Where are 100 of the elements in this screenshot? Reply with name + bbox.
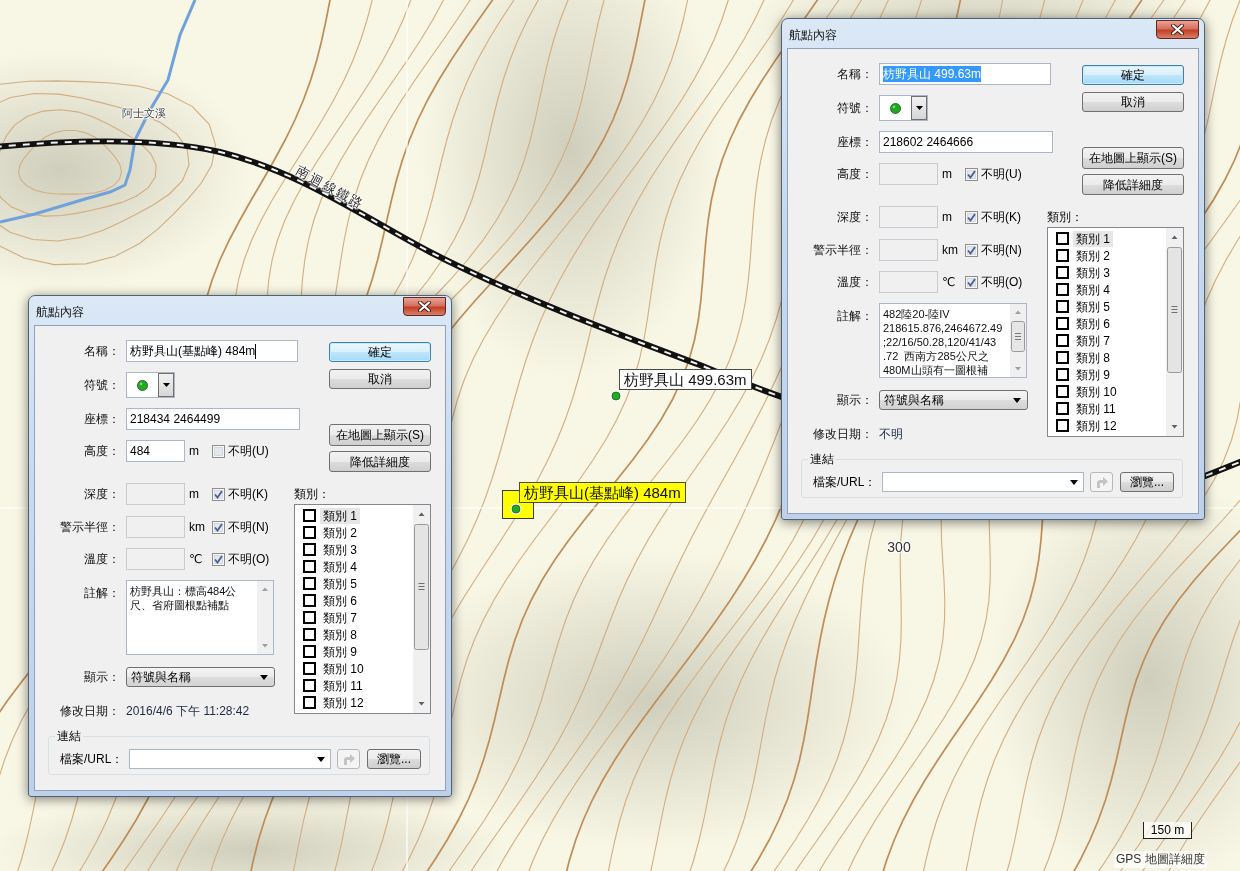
checkbox[interactable]	[1056, 232, 1069, 245]
scrollbar[interactable]	[413, 505, 430, 713]
display-dropdown[interactable]: 符號與名稱	[879, 390, 1028, 410]
altitude-field[interactable]	[879, 163, 938, 185]
waypoint-marker-icon[interactable]	[610, 390, 622, 402]
checkbox[interactable]	[965, 210, 978, 224]
list-item[interactable]: 類別 1	[320, 507, 360, 524]
checkbox[interactable]	[965, 167, 978, 181]
checkbox-label[interactable]: 不明(O)	[228, 550, 270, 568]
list-item[interactable]: 類別 2	[320, 524, 360, 541]
reduce-detail-button[interactable]: 降低詳細度	[329, 451, 431, 472]
symbol-picker[interactable]	[879, 95, 928, 121]
checkbox-label[interactable]: 不明(U)	[981, 165, 1022, 183]
cancel-button[interactable]: 取消	[329, 369, 431, 389]
list-item[interactable]: 類別 3	[1073, 264, 1113, 281]
checkbox[interactable]	[1056, 368, 1069, 381]
list-item[interactable]: 類別 9	[320, 643, 360, 660]
list-item[interactable]: 類別 6	[320, 592, 360, 609]
altitude-field[interactable]: 484	[126, 440, 185, 462]
depth-field[interactable]	[879, 206, 938, 228]
proximity-radius-field[interactable]	[126, 516, 185, 538]
checkbox[interactable]	[1056, 334, 1069, 347]
list-item[interactable]: 類別 5	[1073, 298, 1113, 315]
show-on-map-button[interactable]: 在地圖上顯示(S)	[1082, 147, 1184, 169]
show-on-map-button[interactable]: 在地圖上顯示(S)	[329, 424, 431, 446]
checkbox[interactable]	[212, 520, 225, 534]
dropdown-button[interactable]	[158, 373, 174, 397]
checkbox[interactable]	[1056, 317, 1069, 330]
waypoint-label[interactable]: 枋野具山 499.63m	[619, 369, 752, 390]
checkbox[interactable]	[303, 594, 316, 607]
checkbox[interactable]	[303, 645, 316, 658]
checkbox[interactable]	[1056, 385, 1069, 398]
close-button[interactable]	[1156, 20, 1199, 39]
coordinates-field[interactable]: 218602 2464666	[879, 131, 1053, 153]
ok-button[interactable]: 確定	[329, 342, 431, 362]
checkbox[interactable]	[1056, 419, 1069, 432]
proximity-radius-field[interactable]	[879, 239, 938, 261]
comment-field[interactable]: 482陸20-陸IV 218615.876,2464672.49 ;22/16/50.28,120/41/43 .72 西南方285公尺之 480M山頭有一圖根補	[879, 303, 1027, 378]
checkbox[interactable]	[1056, 249, 1069, 262]
list-item[interactable]: 類別 6	[1073, 315, 1113, 332]
checkbox[interactable]	[1056, 283, 1069, 296]
temperature-field[interactable]	[126, 548, 185, 570]
list-item[interactable]: 類別 1	[1073, 230, 1113, 247]
checkbox[interactable]	[1056, 351, 1069, 364]
list-item[interactable]: 類別 11	[1073, 400, 1119, 417]
checkbox-label[interactable]: 不明(K)	[981, 208, 1021, 226]
checkbox-label[interactable]: 不明(O)	[981, 273, 1023, 291]
close-button[interactable]	[403, 297, 446, 316]
list-item[interactable]: 類別 4	[320, 558, 360, 575]
list-item[interactable]: 類別 9	[1073, 366, 1113, 383]
waypoint-label[interactable]: 枋野具山(基點峰) 484m	[519, 482, 686, 503]
browse-button[interactable]: 瀏覽...	[367, 749, 421, 769]
comment-field[interactable]: 枋野具山：標高484公尺、省府圖根點補點	[126, 580, 274, 655]
checkbox-label[interactable]: 不明(N)	[228, 518, 269, 536]
checkbox[interactable]	[212, 552, 225, 566]
checkbox-label[interactable]: 不明(U)	[228, 442, 269, 460]
list-item[interactable]: 類別 12	[320, 694, 367, 711]
checkbox[interactable]	[303, 543, 316, 556]
checkbox[interactable]	[212, 487, 225, 501]
list-item[interactable]: 類別 8	[320, 626, 360, 643]
scrollbar[interactable]	[257, 581, 273, 654]
checkbox[interactable]	[303, 560, 316, 573]
browse-button[interactable]: 瀏覽...	[1120, 472, 1174, 492]
list-item[interactable]: 類別 10	[1073, 383, 1120, 400]
list-item[interactable]: 類別 3	[320, 541, 360, 558]
list-item[interactable]: 類別 4	[1073, 281, 1113, 298]
symbol-picker[interactable]	[126, 372, 175, 398]
checkbox[interactable]	[303, 696, 316, 709]
list-item[interactable]: 類別 11	[320, 677, 366, 694]
checkbox[interactable]	[303, 526, 316, 539]
dropdown-button[interactable]	[911, 96, 927, 120]
ok-button[interactable]: 確定	[1082, 65, 1184, 85]
coordinates-field[interactable]: 218434 2464499	[126, 408, 300, 430]
checkbox[interactable]	[303, 679, 316, 692]
list-item[interactable]: 類別 10	[320, 660, 367, 677]
checkbox[interactable]	[1056, 266, 1069, 279]
list-item[interactable]: 類別 7	[1073, 332, 1113, 349]
checkbox[interactable]	[303, 509, 316, 522]
list-item[interactable]: 類別 5	[320, 575, 360, 592]
checkbox-label[interactable]: 不明(K)	[228, 485, 268, 503]
temperature-field[interactable]	[879, 271, 938, 293]
checkbox[interactable]	[303, 611, 316, 624]
checkbox[interactable]	[965, 243, 978, 257]
list-item[interactable]: 類別 8	[1073, 349, 1113, 366]
name-field[interactable]: 枋野具山(基點峰) 484m	[126, 340, 298, 362]
display-dropdown[interactable]: 符號與名稱	[126, 667, 275, 687]
checkbox[interactable]	[303, 628, 316, 641]
scrollbar[interactable]	[1166, 228, 1183, 436]
scrollbar[interactable]	[1010, 304, 1026, 377]
checkbox[interactable]	[1056, 402, 1069, 415]
reduce-detail-button[interactable]: 降低詳細度	[1082, 174, 1184, 195]
list-item[interactable]: 類別 12	[1073, 417, 1120, 434]
checkbox[interactable]	[212, 444, 225, 458]
checkbox[interactable]	[1056, 300, 1069, 313]
checkbox-label[interactable]: 不明(N)	[981, 241, 1022, 259]
checkbox[interactable]	[965, 275, 978, 289]
depth-field[interactable]	[126, 483, 185, 505]
checkbox[interactable]	[303, 577, 316, 590]
checkbox[interactable]	[303, 662, 316, 675]
list-item[interactable]: 類別 7	[320, 609, 360, 626]
